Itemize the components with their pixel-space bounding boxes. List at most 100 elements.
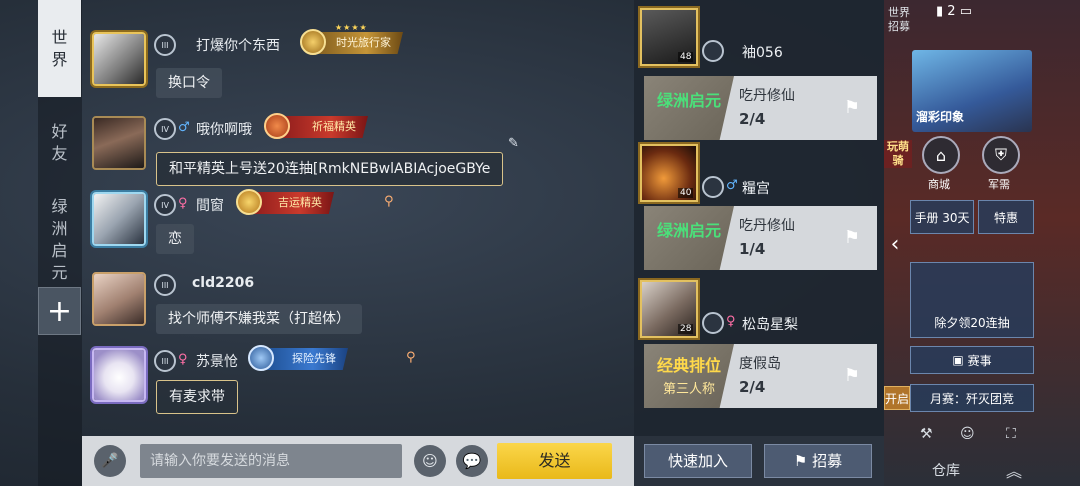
warehouse-label[interactable]: 仓库 [932, 460, 960, 480]
armory-icon[interactable]: ⛨ [982, 136, 1020, 174]
chat-channel-tabs: 世界 好友 绿洲启元 + [38, 0, 82, 486]
sender-name[interactable]: 苏景怆 [196, 351, 238, 371]
game-mode: 绿洲启元 [644, 76, 734, 140]
smile-icon[interactable]: ☺ [960, 426, 975, 442]
map-name: 吃丹修仙 [739, 88, 795, 104]
monthly-event-button[interactable]: 月赛：歼灭团竞 [910, 384, 1034, 412]
send-button[interactable]: 发送 [497, 443, 612, 479]
battery-icon: ▭ [959, 4, 973, 19]
microphone-icon[interactable]: 🎤 [94, 445, 126, 477]
team-count: 1/4 [739, 240, 766, 258]
emoji-icon[interactable]: ☺ [414, 445, 446, 477]
sender-name[interactable]: 間窗 [196, 195, 224, 215]
join-flag-icon[interactable]: ⚑ [839, 226, 865, 250]
feather-icon: ⚲ [384, 194, 394, 209]
quick-join-button[interactable]: 快速加入 [644, 444, 752, 478]
team-count: 2/4 [739, 378, 766, 396]
rank-icon: IV [154, 194, 176, 216]
chat-message: III 打爆你个东西 ★★★★ 时光旅行家 换口令 [88, 23, 628, 102]
tab-friends[interactable]: 好友 [38, 115, 81, 171]
handbook-label: 手册 [914, 210, 939, 225]
chat-message: III ♀ 苏景怆 探险先锋 ⚲ 有麦求带 [88, 345, 628, 418]
avatar[interactable] [92, 192, 146, 246]
frame-icon[interactable]: ⛶ [1006, 426, 1016, 442]
tab-world-label: 世界 [51, 27, 68, 69]
recruit-button[interactable]: ⚑ 招募 [764, 444, 872, 478]
message-bubble[interactable]: 恋 [156, 224, 194, 254]
tab-oasis[interactable]: 绿洲启元 [38, 196, 81, 284]
side-tab-world-recruit[interactable]: 世界招募 [888, 6, 910, 34]
recruit-name: 糧宫 [742, 181, 770, 197]
avatar[interactable] [92, 348, 146, 402]
open-badge: 开启 [884, 386, 910, 410]
promo-draw-button[interactable]: 除夕领20连抽 [910, 262, 1034, 338]
quick-chat-icon[interactable]: 💬 [456, 445, 488, 477]
rank-icon [702, 312, 724, 334]
title-badge-icon [300, 29, 326, 55]
tab-oasis-label: 绿洲启元 [51, 197, 68, 282]
shop-icon[interactable]: ⌂ [922, 136, 960, 174]
status-bar: ▮ 2 ▭ [936, 4, 972, 19]
expand-up-icon[interactable]: ︽ [1006, 458, 1022, 482]
sender-name[interactable]: 打爆你个东西 [196, 35, 280, 55]
rank-icon: III [154, 274, 176, 296]
special-label: 特惠 [993, 210, 1018, 225]
events-label: 赛事 [967, 353, 992, 368]
recruit-actions: 快速加入 ⚑ 招募 [634, 436, 884, 486]
team-card[interactable]: 绿洲启元 吃丹修仙 1/4 ⚑ [644, 206, 877, 270]
game-mode-sub: 第三人称 [662, 382, 715, 397]
tab-world[interactable]: 世界 [38, 0, 81, 97]
message-input[interactable]: 请输入你要发送的消息 [140, 444, 402, 478]
game-mode: 经典排位 第三人称 [644, 344, 734, 408]
avatar[interactable] [92, 32, 146, 86]
chat-message: IV ♀ 間窗 吉运精英 ⚲ 恋 [88, 189, 628, 254]
recruit-entry[interactable]: 48 袖056 绿洲启元 吃丹修仙 2/4 ⚑ [634, 8, 884, 140]
handbook-button[interactable]: 手册 30天 [910, 200, 974, 234]
game-mode-label: 经典排位 [656, 356, 721, 375]
avatar[interactable] [92, 116, 146, 170]
open-label: 开启 [885, 391, 910, 406]
events-button[interactable]: ▣ 赛事 [910, 346, 1034, 374]
title-badge-icon [248, 345, 274, 371]
recruit-name: 松岛星梨 [742, 317, 798, 333]
message-bubble[interactable]: 和平精英上号送20连抽[RmkNEBwlABIAcjoeGBYe [156, 152, 504, 186]
avatar[interactable] [92, 272, 146, 326]
message-bubble[interactable]: 换口令 [156, 68, 222, 98]
pickaxe-icon[interactable]: ⚒ [920, 426, 933, 442]
team-card[interactable]: 绿洲启元 吃丹修仙 2/4 ⚑ [644, 76, 877, 140]
add-icon: + [46, 293, 73, 329]
rank-icon [702, 40, 724, 62]
recruit-panel[interactable]: 48 袖056 绿洲启元 吃丹修仙 2/4 ⚑ 40 ♂ 糧宫 绿洲启元 吃丹修… [634, 0, 884, 486]
sender-name[interactable]: cld2206 [192, 275, 254, 291]
recruit-entry[interactable]: 28 ♀ 松岛星梨 经典排位 第三人称 度假岛 2/4 ⚑ [634, 280, 884, 410]
recruit-entry[interactable]: 40 ♂ 糧宫 绿洲启元 吃丹修仙 1/4 ⚑ [634, 144, 884, 274]
map-name: 吃丹修仙 [739, 218, 795, 234]
special-offer-button[interactable]: 特惠 [978, 200, 1034, 234]
tab-friends-label: 好友 [51, 122, 68, 163]
status-count: 2 [947, 4, 956, 19]
message-bubble[interactable]: 有麦求带 [156, 380, 238, 414]
rank-icon: IV [154, 118, 176, 140]
gender-male-icon: ♂ [726, 178, 738, 193]
promo-draw-label: 除夕领20连抽 [934, 316, 1010, 330]
team-card[interactable]: 经典排位 第三人称 度假岛 2/4 ⚑ [644, 344, 877, 408]
add-channel-button[interactable]: + [38, 287, 81, 335]
phone-icon: ▮ [936, 4, 944, 19]
join-flag-icon[interactable]: ⚑ [839, 364, 865, 388]
feather-icon: ⚲ [406, 350, 416, 365]
gender-male-icon: ♂ [178, 120, 190, 135]
feather-icon: ✎ [508, 136, 519, 151]
chat-message-list[interactable]: III 打爆你个东西 ★★★★ 时光旅行家 换口令 IV ♂ 哦你啊哦 祈福精英… [82, 0, 634, 436]
rank-icon: III [154, 350, 176, 372]
join-flag-icon[interactable]: ⚑ [839, 96, 865, 120]
recruit-button-label: 招募 [812, 452, 843, 470]
handbook-days: 30天 [942, 210, 970, 225]
level-badge: 40 [678, 188, 694, 198]
armory-label: 军需 [988, 178, 1010, 191]
sender-name[interactable]: 哦你啊哦 [196, 119, 252, 139]
rank-icon: III [154, 34, 176, 56]
map-name: 度假岛 [739, 356, 781, 372]
message-bubble[interactable]: 找个师傅不嫌我菜（打超体） [156, 304, 362, 334]
collapse-arrow-icon[interactable]: ‹ [884, 228, 906, 262]
side-promo-label[interactable]: 玩萌骑 [884, 140, 912, 168]
